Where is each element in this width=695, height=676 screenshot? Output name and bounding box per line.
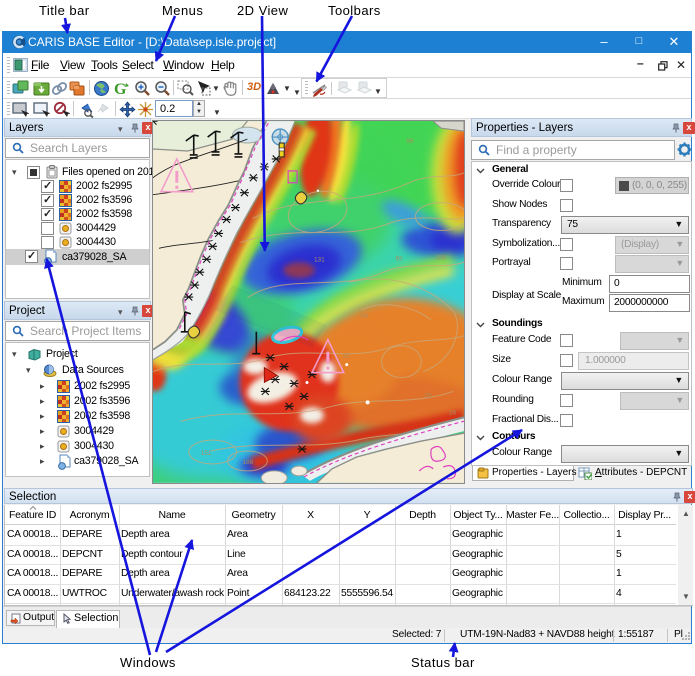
svg-text:G: G: [114, 81, 127, 97]
svg-text:92: 92: [395, 255, 403, 262]
svg-text:151: 151: [201, 450, 212, 457]
svg-text:96: 96: [406, 138, 414, 145]
svg-text:54: 54: [361, 313, 369, 320]
svg-text:26: 26: [449, 409, 457, 416]
svg-text:131: 131: [314, 256, 325, 263]
svg-text:32: 32: [343, 353, 351, 360]
svg-text:186: 186: [242, 459, 253, 466]
svg-text:28: 28: [424, 392, 432, 399]
svg-text:106: 106: [435, 254, 446, 261]
